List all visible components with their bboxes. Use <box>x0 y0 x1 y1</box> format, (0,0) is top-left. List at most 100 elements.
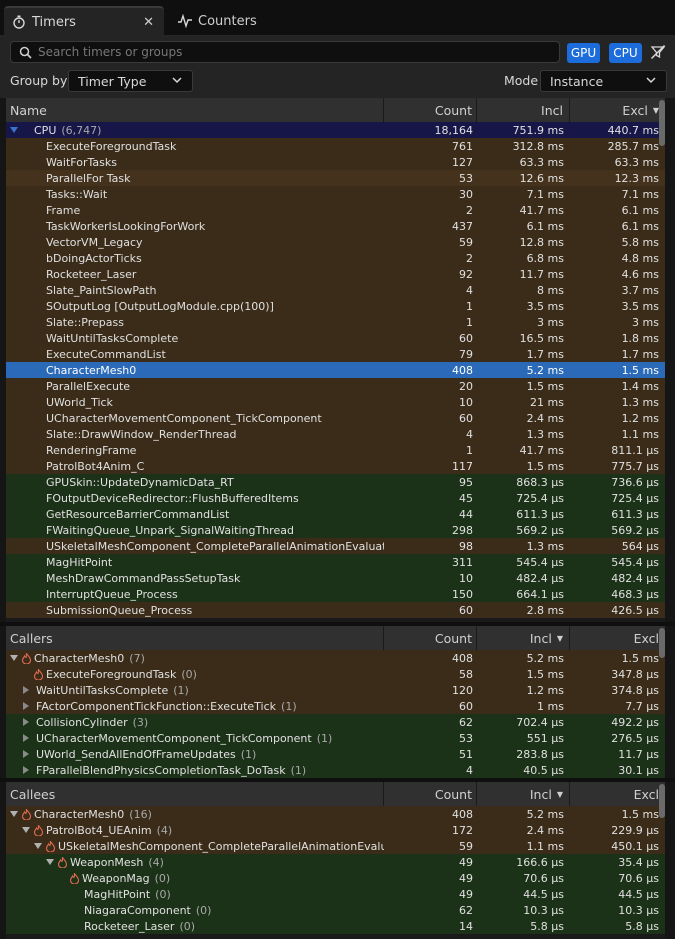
caller-row[interactable]: UWorld_SendAllEndOfFrameUpdates (1) 51 283.… <box>6 746 665 762</box>
timer-name: MeshDrawCommandPassSetupTask <box>46 571 241 585</box>
timers-scrollbar[interactable] <box>659 100 665 146</box>
expand-right-triangle-icon[interactable] <box>22 750 30 758</box>
timer-row[interactable]: FWaitingQueue_Unpark_SignalWaitingThread… <box>6 522 665 538</box>
timer-name-cell: USkeletalMeshComponent_CompleteParallelA… <box>6 540 384 553</box>
expand-down-triangle-icon[interactable] <box>10 810 18 818</box>
caller-row[interactable]: ExecuteForegroundTask (0) 58 1.5 ms 347.8 μs <box>6 666 665 682</box>
timer-row[interactable]: SOutputLog [OutputLogModule.cpp(100)] 1 3.… <box>6 298 665 314</box>
callees-title[interactable]: Callees <box>6 782 384 806</box>
timer-row[interactable]: RenderingFrame 1 41.7 ms 811.1 μs <box>6 442 665 458</box>
timer-row[interactable]: ExecuteForegroundTask 761 312.8 ms 285.7 ms <box>6 138 665 154</box>
expand-down-triangle-icon[interactable] <box>10 654 18 662</box>
callers-scrollbar[interactable] <box>659 628 665 658</box>
timer-count: 92 <box>459 267 473 281</box>
filter-off-icon[interactable] <box>650 44 666 60</box>
callee-row[interactable]: Rocketeer_Laser (0) 14 5.8 μs 5.8 μs <box>6 918 665 934</box>
callers-incl-label: Incl <box>529 630 552 646</box>
tab-timers[interactable]: Timers ✕ <box>4 6 164 36</box>
expand-right-triangle-icon[interactable] <box>22 766 30 774</box>
timer-row[interactable]: Frame 2 41.7 ms 6.1 ms <box>6 202 665 218</box>
caller-row[interactable]: UCharacterMovementComponent_TickComponen… <box>6 730 665 746</box>
column-excl-header[interactable]: Excl ▼ <box>570 98 665 122</box>
cpu-group-row[interactable]: CPU (6,747) 18,164 751.9 ms 440.7 ms <box>6 122 665 138</box>
callers-excl-header[interactable]: Excl <box>570 626 665 650</box>
caller-row[interactable]: FActorComponentTickFunction::ExecuteTick… <box>6 698 665 714</box>
callers-count-header[interactable]: Count <box>384 626 477 650</box>
timer-row[interactable]: CharacterMesh0 408 5.2 ms 1.5 ms <box>6 362 665 378</box>
timer-name: USkeletalMeshComponent_CompleteParallelA… <box>46 539 384 553</box>
timer-row[interactable]: GetResourceBarrierCommandList 44 611.3 μs 6… <box>6 506 665 522</box>
timer-row[interactable]: Slate_PaintSlowPath 4 8 ms 3.7 ms <box>6 282 665 298</box>
column-incl-header[interactable]: Incl <box>477 98 570 122</box>
timer-row[interactable]: bDoingActorTicks 2 6.8 ms 4.8 ms <box>6 250 665 266</box>
timer-name-cell: SOutputLog [OutputLogModule.cpp(100)] <box>6 300 384 313</box>
callees-excl-header[interactable]: Excl <box>570 782 665 806</box>
timer-name: WaitForTasks <box>46 155 117 169</box>
timer-row[interactable]: PatrolBot4Anim_C 117 1.5 ms 775.7 μs <box>6 458 665 474</box>
callee-row[interactable]: WeaponMag (0) 49 70.6 μs 70.6 μs <box>6 870 665 886</box>
cpu-toggle-button[interactable]: CPU <box>609 43 642 63</box>
mode-dropdown[interactable]: Instance <box>540 70 667 92</box>
timer-count: 2 <box>466 203 473 217</box>
expand-right-triangle-icon[interactable] <box>22 686 30 694</box>
callee-row[interactable]: PatrolBot4_UEAnim (4) 172 2.4 ms 229.9 μs <box>6 822 665 838</box>
caller-incl: 1 ms <box>537 699 564 713</box>
callees-scrollbar[interactable] <box>659 784 665 818</box>
column-name-header[interactable]: Name <box>6 98 384 122</box>
timer-row[interactable]: USkeletalMeshComponent_CompleteParallelA… <box>6 538 665 554</box>
timer-row[interactable]: ParallelExecute 20 1.5 ms 1.4 ms <box>6 378 665 394</box>
timer-row[interactable]: UCharacterMovementComponent_TickComponen… <box>6 410 665 426</box>
callee-row[interactable]: NiagaraComponent (0) 62 10.3 μs 10.3 μs <box>6 902 665 918</box>
timer-row[interactable]: Slate::DrawWindow_RenderThread 4 1.3 ms 1.1… <box>6 426 665 442</box>
timer-name-cell: Tasks::Wait <box>6 188 384 201</box>
timer-row[interactable]: WaitUntilTasksComplete 60 16.5 ms 1.8 ms <box>6 330 665 346</box>
timer-row[interactable]: SubmissionQueue_Process 60 2.8 ms 426.5 μs <box>6 602 665 618</box>
callee-row[interactable]: CharacterMesh0 (16) 408 5.2 ms 1.5 ms <box>6 806 665 822</box>
timer-name: TaskWorkerIsLookingForWork <box>46 219 206 233</box>
callee-row[interactable]: MagHitPoint (0) 49 44.5 μs 44.5 μs <box>6 886 665 902</box>
search-input[interactable]: Search timers or groups <box>10 41 560 63</box>
timer-row[interactable]: VectorVM_Legacy 59 12.8 ms 5.8 ms <box>6 234 665 250</box>
timer-row[interactable]: Rocketeer_Laser 92 11.7 ms 4.6 ms <box>6 266 665 282</box>
sort-descending-icon[interactable]: ▼ <box>557 634 563 643</box>
collapse-triangle-icon[interactable] <box>10 126 18 134</box>
caller-row[interactable]: CollisionCylinder (3) 62 702.4 μs 492.2 μs <box>6 714 665 730</box>
hot-path-flame-icon <box>22 808 31 820</box>
caller-row[interactable]: CharacterMesh0 (7) 408 5.2 ms 1.5 ms <box>6 650 665 666</box>
caller-row[interactable]: WaitUntilTasksComplete (1) 120 1.2 ms 374.8 … <box>6 682 665 698</box>
expand-right-triangle-icon[interactable] <box>22 702 30 710</box>
expand-down-triangle-icon[interactable] <box>22 826 30 834</box>
timer-row[interactable]: Tasks::Wait 30 7.1 ms 7.1 ms <box>6 186 665 202</box>
gpu-toggle-button[interactable]: GPU <box>567 43 600 63</box>
expand-right-triangle-icon[interactable] <box>22 718 30 726</box>
callee-row[interactable]: USkeletalMeshComponent_CompleteParallelA… <box>6 838 665 854</box>
timer-row[interactable]: FOutputDeviceRedirector::FlushBufferedIt… <box>6 490 665 506</box>
column-count-header[interactable]: Count <box>384 98 477 122</box>
group-by-dropdown[interactable]: Timer Type <box>68 70 193 92</box>
callee-name-cell: PatrolBot4_UEAnim (4) <box>6 824 384 837</box>
callees-count-header[interactable]: Count <box>384 782 477 806</box>
callers-incl-header[interactable]: Incl ▼ <box>477 626 570 650</box>
timer-row[interactable]: Slate::Prepass 1 3 ms 3 ms <box>6 314 665 330</box>
timer-row[interactable]: MagHitPoint 311 545.4 μs 545.4 μs <box>6 554 665 570</box>
tab-counters[interactable]: Counters <box>170 6 257 36</box>
close-icon[interactable]: ✕ <box>143 15 154 30</box>
timer-row[interactable]: MeshDrawCommandPassSetupTask 10 482.4 μs 48… <box>6 570 665 586</box>
timer-row[interactable]: ExecuteCommandList 79 1.7 ms 1.7 ms <box>6 346 665 362</box>
caller-row[interactable]: FParallelBlendPhysicsCompletionTask_DoTa… <box>6 762 665 778</box>
timer-row[interactable]: WaitForTasks 127 63.3 ms 63.3 ms <box>6 154 665 170</box>
callee-row[interactable]: WeaponMesh (4) 49 166.6 μs 35.4 μs <box>6 854 665 870</box>
expand-right-triangle-icon[interactable] <box>22 734 30 742</box>
callers-title[interactable]: Callers <box>6 626 384 650</box>
timer-row[interactable]: UWorld_Tick 10 21 ms 1.3 ms <box>6 394 665 410</box>
timer-count: 408 <box>452 363 473 377</box>
timer-row[interactable]: InterruptQueue_Process 150 664.1 μs 468.3 μ… <box>6 586 665 602</box>
timer-name: GPUSkin::UpdateDynamicData_RT <box>46 475 234 489</box>
expand-down-triangle-icon[interactable] <box>34 842 42 850</box>
timer-row[interactable]: GPUSkin::UpdateDynamicData_RT 95 868.3 μs 7… <box>6 474 665 490</box>
expand-down-triangle-icon[interactable] <box>46 858 54 866</box>
callees-incl-header[interactable]: Incl ▼ <box>477 782 570 806</box>
timer-row[interactable]: ParallelFor Task 53 12.6 ms 12.3 ms <box>6 170 665 186</box>
timer-row[interactable]: TaskWorkerIsLookingForWork 437 6.1 ms 6.1 m… <box>6 218 665 234</box>
sort-descending-icon[interactable]: ▼ <box>557 790 563 799</box>
